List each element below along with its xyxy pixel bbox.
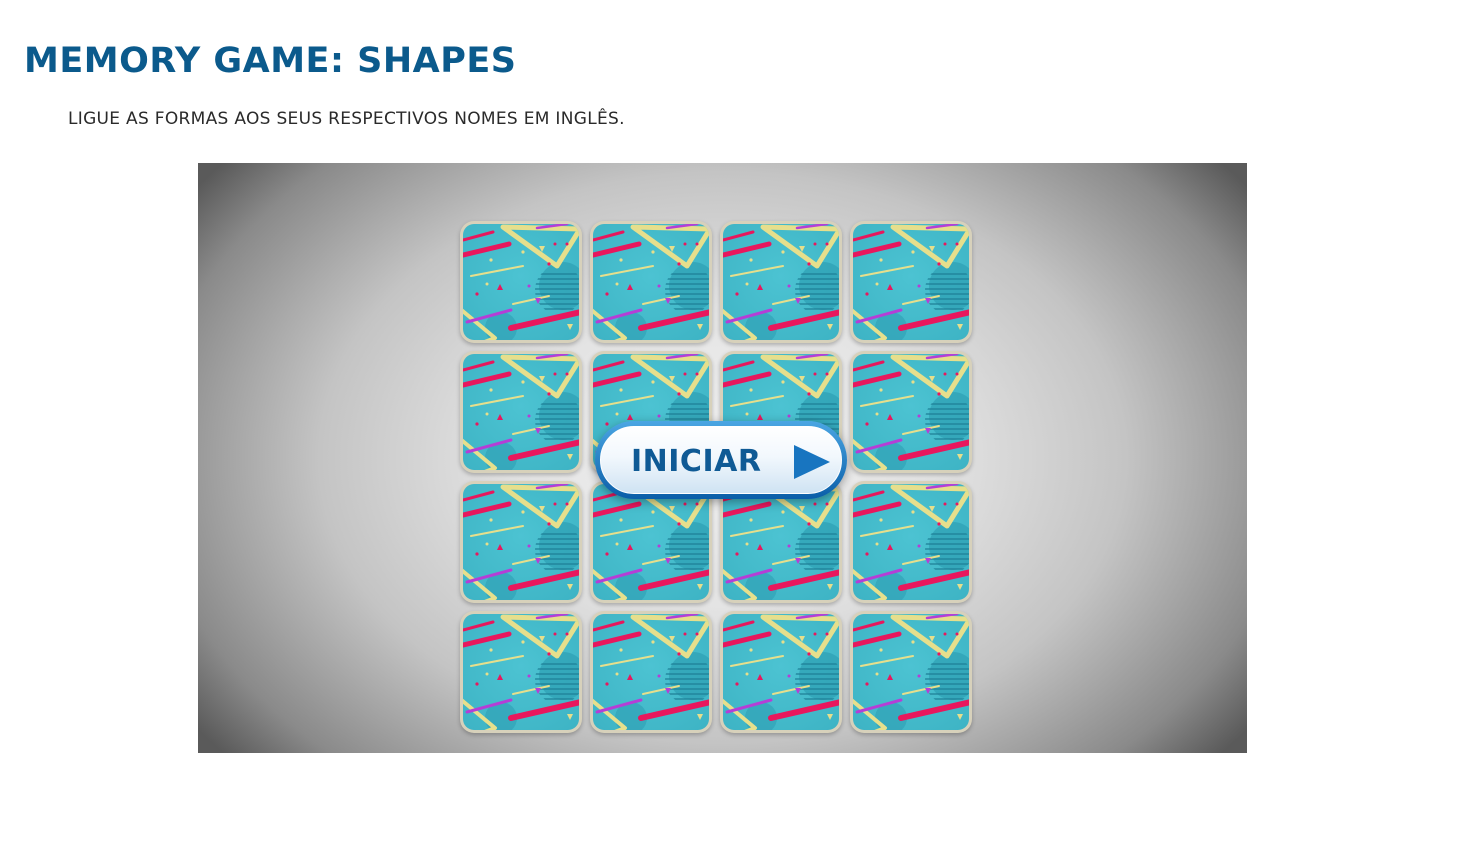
instructions-text: LIGUE AS FORMAS AOS SEUS RESPECTIVOS NOM… [68,109,625,129]
card-back-pattern [853,614,969,730]
start-button-face: INICIAR [600,426,842,494]
start-button-label: INICIAR [631,444,762,479]
memory-card[interactable] [850,611,972,733]
card-back-pattern [723,224,839,340]
card-back-pattern [463,484,579,600]
memory-card[interactable] [460,221,582,343]
card-back-pattern [853,354,969,470]
memory-card[interactable] [720,221,842,343]
play-icon [794,445,830,479]
memory-card[interactable] [720,611,842,733]
page-title: MEMORY GAME: SHAPES [24,41,517,81]
memory-card[interactable] [460,481,582,603]
memory-card[interactable] [850,221,972,343]
card-back-pattern [463,224,579,340]
memory-card[interactable] [590,611,712,733]
card-back-pattern [853,484,969,600]
card-back-pattern [593,484,709,600]
card-back-pattern [593,224,709,340]
card-back-pattern [723,484,839,600]
card-back-pattern [463,354,579,470]
card-back-pattern [723,614,839,730]
memory-card[interactable] [720,481,842,603]
memory-card[interactable] [850,481,972,603]
start-button[interactable]: INICIAR [595,421,847,499]
memory-card[interactable] [460,611,582,733]
card-back-pattern [463,614,579,730]
memory-card[interactable] [460,351,582,473]
game-stage: INICIAR [198,163,1247,753]
card-back-pattern [593,614,709,730]
memory-card[interactable] [850,351,972,473]
memory-card[interactable] [590,221,712,343]
card-back-pattern [853,224,969,340]
memory-card[interactable] [590,481,712,603]
